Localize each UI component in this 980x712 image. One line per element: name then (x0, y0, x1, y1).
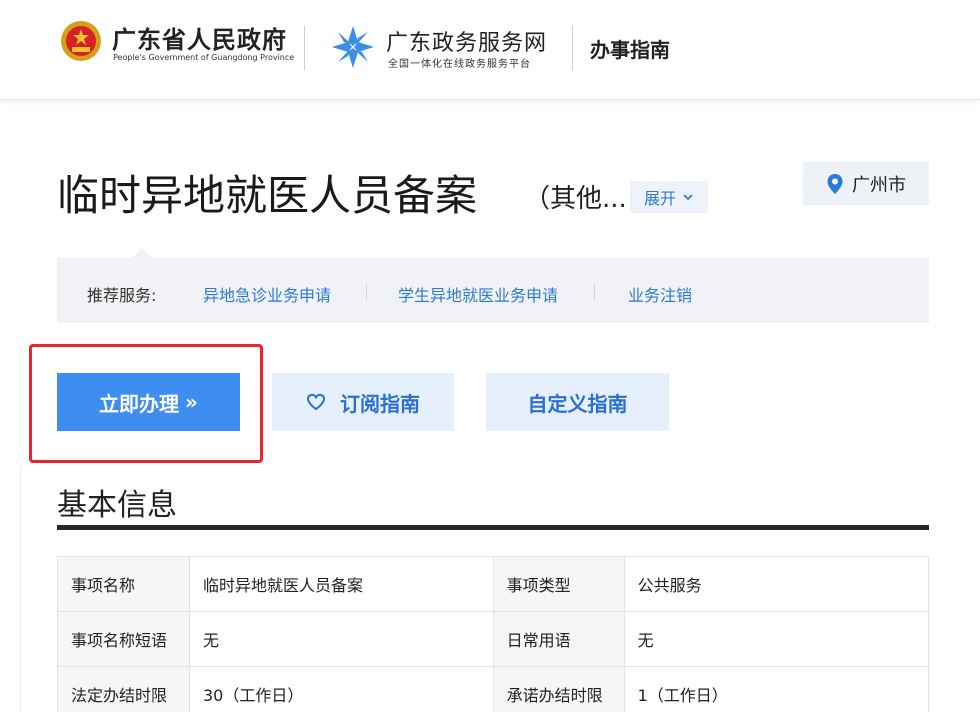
custom-guide-button[interactable]: 自定义指南 (486, 373, 669, 431)
header-divider (572, 26, 573, 70)
table-row: 法定办结时限 30（工作日） 承诺办结时限 1（工作日） (57, 666, 930, 712)
table-cell-value: 无 (623, 611, 930, 667)
table-cell-value: 1（工作日） (623, 666, 930, 712)
heart-icon (306, 393, 326, 411)
link-divider (594, 283, 595, 301)
table-cell-key: 事项名称短语 (57, 611, 190, 667)
portal-name: 广东政务服务网 (386, 31, 548, 56)
table-cell-value: 30（工作日） (188, 666, 494, 712)
section-underline (57, 525, 929, 530)
chevron-down-icon (683, 194, 693, 201)
expand-label: 展开 (643, 189, 676, 208)
link-divider (366, 283, 367, 301)
portal-logo-icon (332, 26, 374, 68)
recommended-services: 推荐服务: 异地急诊业务申请 学生异地就医业务申请 业务注销 (57, 258, 929, 323)
site-header: 广东省人民政府 People's Government of Guangdong… (0, 0, 980, 100)
apply-now-button[interactable]: 立即办理 » (57, 373, 240, 431)
table-cell-key: 日常用语 (492, 611, 625, 667)
service-subtitle: （其他... (524, 184, 627, 214)
table-cell-key: 事项名称 (57, 556, 190, 612)
recommended-link[interactable]: 业务注销 (628, 282, 692, 306)
table-row: 事项名称 临时异地就医人员备案 事项类型 公共服务 (57, 556, 930, 612)
table-cell-key: 法定办结时限 (57, 666, 190, 712)
left-border (20, 466, 21, 712)
city-label: 广州市 (852, 174, 906, 196)
apply-now-label: 立即办理 (99, 391, 180, 416)
expand-button[interactable]: 展开 (630, 181, 708, 213)
section-title: 办事指南 (590, 38, 670, 62)
city-selector[interactable]: 广州市 (803, 162, 929, 205)
service-title: 临时异地就医人员备案 (57, 171, 478, 220)
table-cell-key: 承诺办结时限 (492, 666, 625, 712)
tab-pointer (132, 248, 152, 258)
national-emblem-icon (61, 21, 101, 61)
table-cell-key: 事项类型 (492, 556, 625, 612)
basic-info-table: 事项名称 临时异地就医人员备案 事项类型 公共服务 事项名称短语 无 日常用语 … (57, 556, 930, 712)
location-pin-icon (827, 173, 843, 194)
recommended-link[interactable]: 异地急诊业务申请 (203, 282, 331, 306)
table-cell-value: 临时异地就医人员备案 (188, 556, 494, 612)
portal-subtitle: 全国一体化在线政务服务平台 (388, 59, 531, 70)
recommended-link[interactable]: 学生异地就医业务申请 (398, 282, 558, 306)
gov-name: 广东省人民政府 (112, 26, 287, 54)
table-row: 事项名称短语 无 日常用语 无 (57, 611, 930, 667)
header-divider (304, 26, 305, 70)
subscribe-guide-label: 订阅指南 (340, 391, 420, 416)
recommended-label: 推荐服务: (87, 286, 157, 305)
gov-name-en: People's Government of Guangdong Provinc… (113, 53, 295, 62)
double-chevron-icon: » (185, 390, 198, 414)
subscribe-guide-button[interactable]: 订阅指南 (272, 373, 454, 431)
table-cell-value: 无 (188, 611, 494, 667)
table-cell-value: 公共服务 (623, 556, 930, 612)
basic-info-title: 基本信息 (57, 488, 177, 523)
custom-guide-label: 自定义指南 (527, 391, 628, 416)
